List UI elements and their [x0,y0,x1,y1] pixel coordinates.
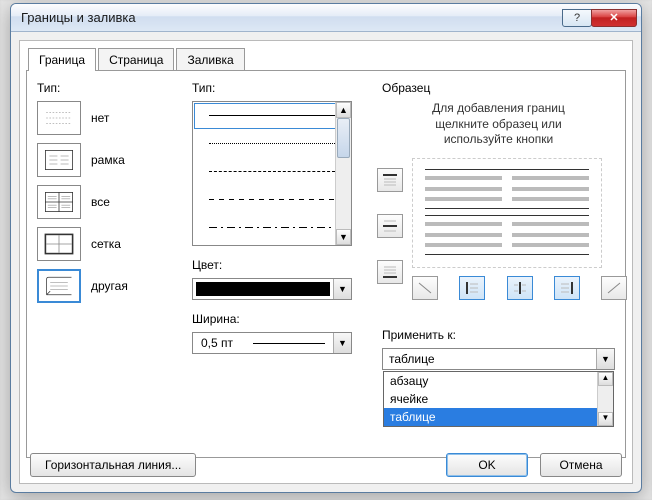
scroll-up-icon[interactable]: ▲ [598,372,613,386]
style-label: Тип: [192,81,367,95]
preset-custom-label: другая [91,279,128,293]
color-label: Цвет: [192,258,367,272]
preset-all-icon [37,185,81,219]
preset-box-label: рамка [91,153,125,167]
width-value: 0,5 пт [193,336,245,350]
preset-box-icon [37,143,81,177]
preset-label: Тип: [37,81,182,95]
style-scrollbar[interactable]: ▲ ▼ [335,102,351,245]
apply-to-list[interactable]: абзацу ячейке таблице ▲ ▼ [383,371,614,427]
apply-option-paragraph[interactable]: абзацу [384,372,613,390]
apply-to-dropdown[interactable]: таблице ▼ абзацу ячейке таблице ▲ ▼ [382,348,615,370]
dialog-footer: Горизонтальная линия... OK Отмена [30,453,622,477]
preview-label: Образец [382,81,615,95]
preset-custom[interactable]: другая [37,269,182,303]
tab-shading[interactable]: Заливка [176,48,244,71]
scroll-down-icon[interactable]: ▼ [598,412,613,426]
width-preview-line [253,343,325,344]
close-button[interactable]: ✕ [591,9,637,27]
tab-border[interactable]: Граница [28,48,96,71]
border-preview[interactable] [412,158,602,268]
preset-all[interactable]: все [37,185,182,219]
chevron-down-icon[interactable]: ▼ [596,349,614,369]
preset-grid-icon [37,227,81,261]
preset-grid[interactable]: сетка [37,227,182,261]
preset-none[interactable]: нет [37,101,182,135]
preset-none-label: нет [91,111,109,125]
toggle-right-border[interactable] [554,276,580,300]
titlebar[interactable]: Границы и заливка ? ✕ [11,4,641,32]
apply-label: Применить к: [382,328,615,342]
help-button[interactable]: ? [562,9,592,27]
chevron-down-icon[interactable]: ▼ [333,279,351,299]
toggle-top-border[interactable] [377,168,403,192]
ok-button[interactable]: OK [446,453,528,477]
apply-option-cell[interactable]: ячейке [384,390,613,408]
dialog-client: Граница Страница Заливка Тип: нет р [19,40,633,484]
width-label: Ширина: [192,312,367,326]
style-dashed-m[interactable] [193,186,351,214]
toggle-inside-h-border[interactable] [377,214,403,238]
toggle-diag-up[interactable] [601,276,627,300]
style-solid[interactable] [193,102,351,130]
toggle-bottom-border[interactable] [377,260,403,284]
tab-page[interactable]: Страница [98,48,174,71]
scroll-thumb[interactable] [337,118,350,158]
horizontal-line-button[interactable]: Горизонтальная линия... [30,453,196,477]
dialog-window: Границы и заливка ? ✕ Граница Страница З… [10,3,642,493]
scroll-up-icon[interactable]: ▲ [336,102,351,118]
cancel-button[interactable]: Отмена [540,453,622,477]
color-swatch [196,282,330,296]
tab-pane: Тип: нет рамка вс [26,70,626,458]
preset-custom-icon [37,269,81,303]
preset-box[interactable]: рамка [37,143,182,177]
apply-list-scrollbar[interactable]: ▲ ▼ [597,372,613,426]
preset-all-label: все [91,195,110,209]
window-title: Границы и заливка [21,10,563,25]
apply-to-value: таблице [389,352,435,366]
tab-strip: Граница Страница Заливка [28,47,626,70]
style-listbox[interactable]: ▲ ▼ [192,101,352,246]
style-dashed-s[interactable] [193,158,351,186]
preset-grid-label: сетка [91,237,121,251]
chevron-down-icon[interactable]: ▼ [333,333,351,353]
style-dotted[interactable] [193,130,351,158]
width-dropdown[interactable]: 0,5 пт ▼ [192,332,352,354]
toggle-diag-down[interactable] [412,276,438,300]
preset-none-icon [37,101,81,135]
preview-hint: Для добавления границ щелкните образец и… [382,101,615,148]
style-dashdot[interactable] [193,214,351,242]
scroll-down-icon[interactable]: ▼ [336,229,351,245]
toggle-left-border[interactable] [459,276,485,300]
apply-option-table[interactable]: таблице [384,408,613,426]
color-dropdown[interactable]: ▼ [192,278,352,300]
toggle-inside-v-border[interactable] [507,276,533,300]
